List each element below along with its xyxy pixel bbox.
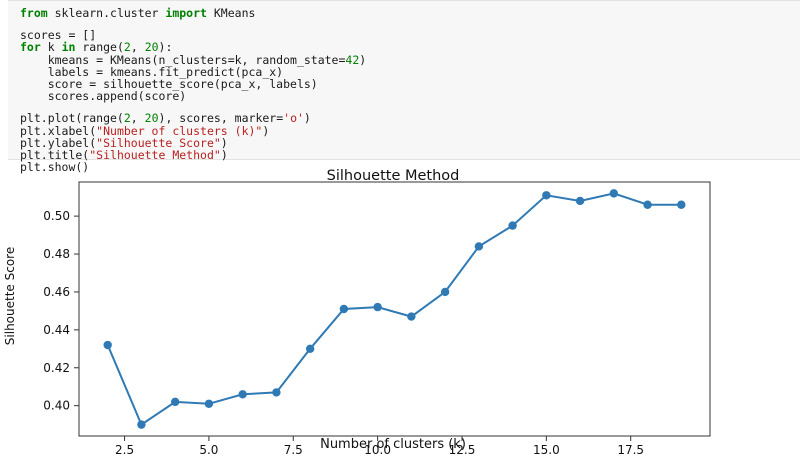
x-tick-label: 17.5: [617, 443, 644, 457]
chart-svg: Silhouette Method Number of clusters (k)…: [3, 168, 711, 457]
code-token: ): [262, 123, 270, 138]
data-point-marker: [339, 304, 349, 314]
code-token: ): [359, 52, 367, 67]
data-point-marker: [440, 287, 450, 297]
code-token: "Silhouette Method": [89, 147, 221, 162]
code-token: 'o': [283, 111, 304, 126]
code-token: ): [303, 111, 311, 126]
code-token: sklearn.cluster: [47, 6, 166, 20]
data-point-marker: [272, 388, 281, 397]
chart-figure: Silhouette Method Number of clusters (k)…: [0, 162, 800, 460]
data-point-marker: [103, 340, 112, 350]
y-tick-label: 0.44: [43, 323, 70, 337]
data-point-marker: [677, 200, 686, 209]
x-tick-label: 10.0: [364, 443, 391, 457]
data-point-marker: [508, 221, 517, 230]
data-point-marker: [542, 191, 551, 200]
x-tick-label: 15.0: [533, 443, 560, 457]
x-tick-label: 5.0: [199, 443, 218, 457]
y-tick-label: 0.46: [43, 285, 70, 299]
code-cell[interactable]: from sklearn.cluster import KMeans scores…: [8, 0, 800, 173]
x-tick-label: 12.5: [449, 443, 476, 457]
data-point-marker: [643, 200, 652, 209]
data-point-marker: [238, 390, 247, 399]
data-point-marker: [305, 344, 315, 354]
code-line: scores.append(score): [20, 90, 366, 102]
series-line: [106, 192, 682, 427]
code-token: from: [20, 6, 48, 20]
code-token: import: [165, 6, 207, 20]
code-token: KMeans: [206, 6, 256, 20]
y-tick-label: 0.50: [43, 209, 70, 223]
code-block[interactable]: from sklearn.cluster import KMeans scores…: [20, 7, 366, 173]
data-point-marker: [609, 189, 619, 198]
code-token: ): [220, 147, 228, 162]
data-point-marker: [170, 397, 180, 407]
y-tick-label: 0.40: [43, 399, 70, 413]
code-line: from sklearn.cluster import KMeans: [20, 7, 366, 19]
x-tick-label: 2.5: [115, 443, 134, 457]
data-point-marker: [137, 420, 146, 429]
data-point-marker: [474, 242, 484, 251]
data-point-marker: [407, 312, 416, 321]
x-tick-label: 7.5: [284, 443, 303, 457]
y-axis-label: Silhouette Score: [3, 247, 17, 345]
data-point-marker: [204, 399, 214, 408]
data-point-marker: [373, 302, 382, 312]
y-tick-label: 0.42: [43, 361, 70, 375]
code-token: scores.append(score): [20, 89, 187, 104]
code-token: 42: [345, 52, 360, 67]
plot-area-frame: [78, 181, 711, 437]
y-tick-label: 0.48: [43, 247, 70, 261]
x-axis-label: Number of clusters (k): [320, 437, 466, 452]
data-point-marker: [575, 196, 585, 206]
